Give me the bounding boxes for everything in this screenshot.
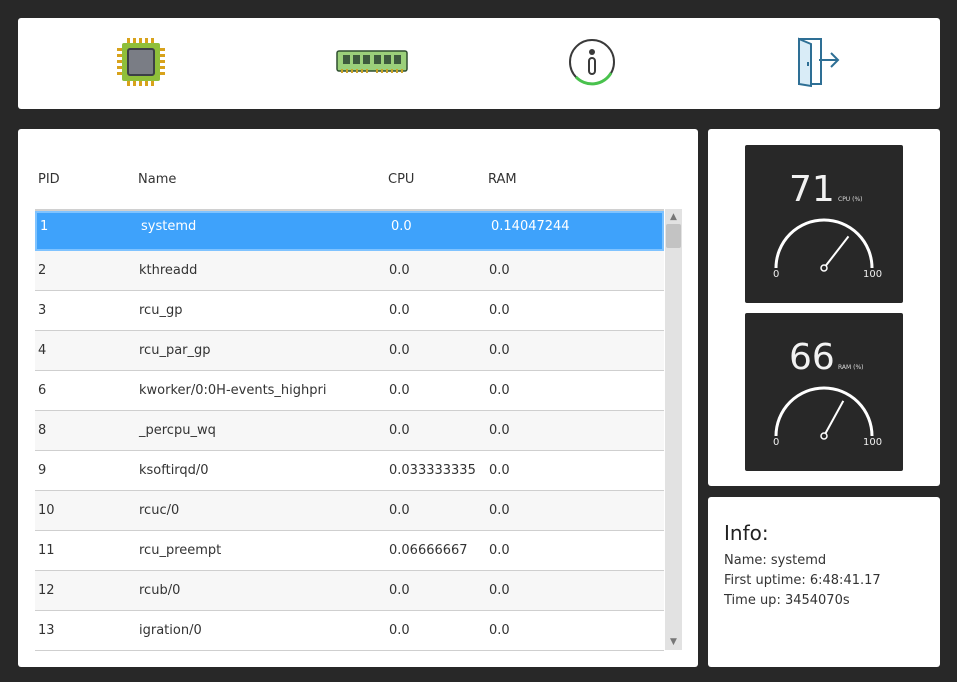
cpu-gauge-max: 100 <box>863 269 883 280</box>
ram-button[interactable] <box>332 36 412 92</box>
cell-ram: 0.14047244 <box>491 219 570 234</box>
cell-cpu: 0.06666667 <box>389 543 468 558</box>
cell-cpu: 0.0 <box>389 303 410 318</box>
ram-module-icon <box>335 47 409 81</box>
cell-ram: 0.0 <box>489 623 510 638</box>
cell-pid: 3 <box>38 303 47 318</box>
exit-door-icon <box>791 36 843 92</box>
cell-ram: 0.0 <box>489 263 510 278</box>
cell-pid: 4 <box>38 343 47 358</box>
info-time-up: Time up: 3454070s <box>724 593 850 608</box>
cell-ram: 0.0 <box>489 543 510 558</box>
scroll-up-arrow-icon[interactable]: ▲ <box>665 210 682 224</box>
table-row[interactable]: 6 kworker/0:0H-events_highpri 0.0 0.0 <box>35 371 664 411</box>
table-row[interactable]: 4 rcu_par_gp 0.0 0.0 <box>35 331 664 371</box>
cell-name: igration/0 <box>139 623 202 638</box>
cell-pid: 2 <box>38 263 47 278</box>
info-name: Name: systemd <box>724 553 827 568</box>
cell-name: rcuc/0 <box>139 503 180 518</box>
ram-gauge-unit: RAM (%) <box>838 364 864 371</box>
cell-pid: 9 <box>38 463 47 478</box>
cell-name: _percpu_wq <box>139 423 216 438</box>
table-row[interactable]: 12 rcub/0 0.0 0.0 <box>35 571 664 611</box>
table-row[interactable]: 3 rcu_gp 0.0 0.0 <box>35 291 664 331</box>
cell-ram: 0.0 <box>489 343 510 358</box>
cell-ram: 0.0 <box>489 423 510 438</box>
cell-name: rcu_par_gp <box>139 343 211 358</box>
cell-cpu: 0.0 <box>389 583 410 598</box>
toolbar <box>18 18 940 109</box>
ram-gauge-min: 0 <box>773 437 780 448</box>
cell-name: systemd <box>141 219 197 234</box>
header-ram[interactable]: RAM <box>488 172 517 187</box>
gauge-panel: 71 CPU (%) 0 100 66 RAM (%) 0 100 <box>708 129 940 486</box>
table-row[interactable]: 10 rcuc/0 0.0 0.0 <box>35 491 664 531</box>
info-panel: Info: Name: systemd First uptime: 6:48:4… <box>708 497 940 667</box>
table-row[interactable]: 9 ksoftirqd/0 0.033333335 0.0 <box>35 451 664 491</box>
cell-pid: 12 <box>38 583 55 598</box>
table-row[interactable]: 11 rcu_preempt 0.06666667 0.0 <box>35 531 664 571</box>
info-first-uptime: First uptime: 6:48:41.17 <box>724 573 881 588</box>
cell-name: ksoftirqd/0 <box>139 463 209 478</box>
cell-name: kthreadd <box>139 263 198 278</box>
cell-ram: 0.0 <box>489 463 510 478</box>
cell-name: rcu_gp <box>139 303 183 318</box>
header-cpu[interactable]: CPU <box>388 172 414 187</box>
cell-ram: 0.0 <box>489 503 510 518</box>
cpu-button[interactable] <box>111 36 171 92</box>
table-row[interactable]: 13 igration/0 0.0 0.0 <box>35 611 664 651</box>
cell-pid: 13 <box>38 623 55 638</box>
cell-name: kworker/0:0H-events_highpri <box>139 383 327 398</box>
table-row[interactable]: 2 kthreadd 0.0 0.0 <box>35 251 664 291</box>
cell-ram: 0.0 <box>489 383 510 398</box>
cell-cpu: 0.0 <box>389 623 410 638</box>
cell-name: rcub/0 <box>139 583 181 598</box>
cell-pid: 8 <box>38 423 47 438</box>
header-name[interactable]: Name <box>138 172 176 187</box>
cell-ram: 0.0 <box>489 303 510 318</box>
info-button[interactable] <box>562 36 622 92</box>
ram-gauge: 66 RAM (%) 0 100 <box>745 313 903 471</box>
table-row[interactable]: 8 _percpu_wq 0.0 0.0 <box>35 411 664 451</box>
cell-cpu: 0.033333335 <box>389 463 476 478</box>
header-pid[interactable]: PID <box>38 172 60 187</box>
cell-cpu: 0.0 <box>389 423 410 438</box>
exit-button[interactable] <box>787 36 847 92</box>
ram-gauge-max: 100 <box>863 437 883 448</box>
cell-pid: 1 <box>40 219 49 234</box>
cpu-gauge-unit: CPU (%) <box>838 196 863 203</box>
cell-pid: 11 <box>38 543 55 558</box>
table-scrollbar[interactable]: ▲ ▼ <box>665 209 682 650</box>
scrollbar-thumb[interactable] <box>666 224 681 248</box>
cpu-gauge-min: 0 <box>773 269 780 280</box>
cell-pid: 10 <box>38 503 55 518</box>
table-row[interactable]: 1 systemd 0.0 0.14047244 <box>35 211 664 251</box>
cell-cpu: 0.0 <box>389 383 410 398</box>
process-list: 1 systemd 0.0 0.14047244 2 kthreadd 0.0 … <box>35 209 664 651</box>
cell-cpu: 0.0 <box>389 263 410 278</box>
cpu-chip-icon <box>113 34 169 94</box>
process-table-panel: PID Name CPU RAM 1 systemd 0.0 0.1404724… <box>18 129 698 667</box>
cell-cpu: 0.0 <box>391 219 412 234</box>
cpu-gauge: 71 CPU (%) 0 100 <box>745 145 903 303</box>
ram-gauge-value: 66 <box>789 337 835 378</box>
cell-cpu: 0.0 <box>389 503 410 518</box>
scroll-down-arrow-icon[interactable]: ▼ <box>665 635 682 649</box>
cell-cpu: 0.0 <box>389 343 410 358</box>
cell-pid: 6 <box>38 383 47 398</box>
info-title: Info: <box>724 521 769 545</box>
info-icon <box>567 37 617 91</box>
cpu-gauge-value: 71 <box>789 169 835 210</box>
cell-ram: 0.0 <box>489 583 510 598</box>
cell-name: rcu_preempt <box>139 543 222 558</box>
